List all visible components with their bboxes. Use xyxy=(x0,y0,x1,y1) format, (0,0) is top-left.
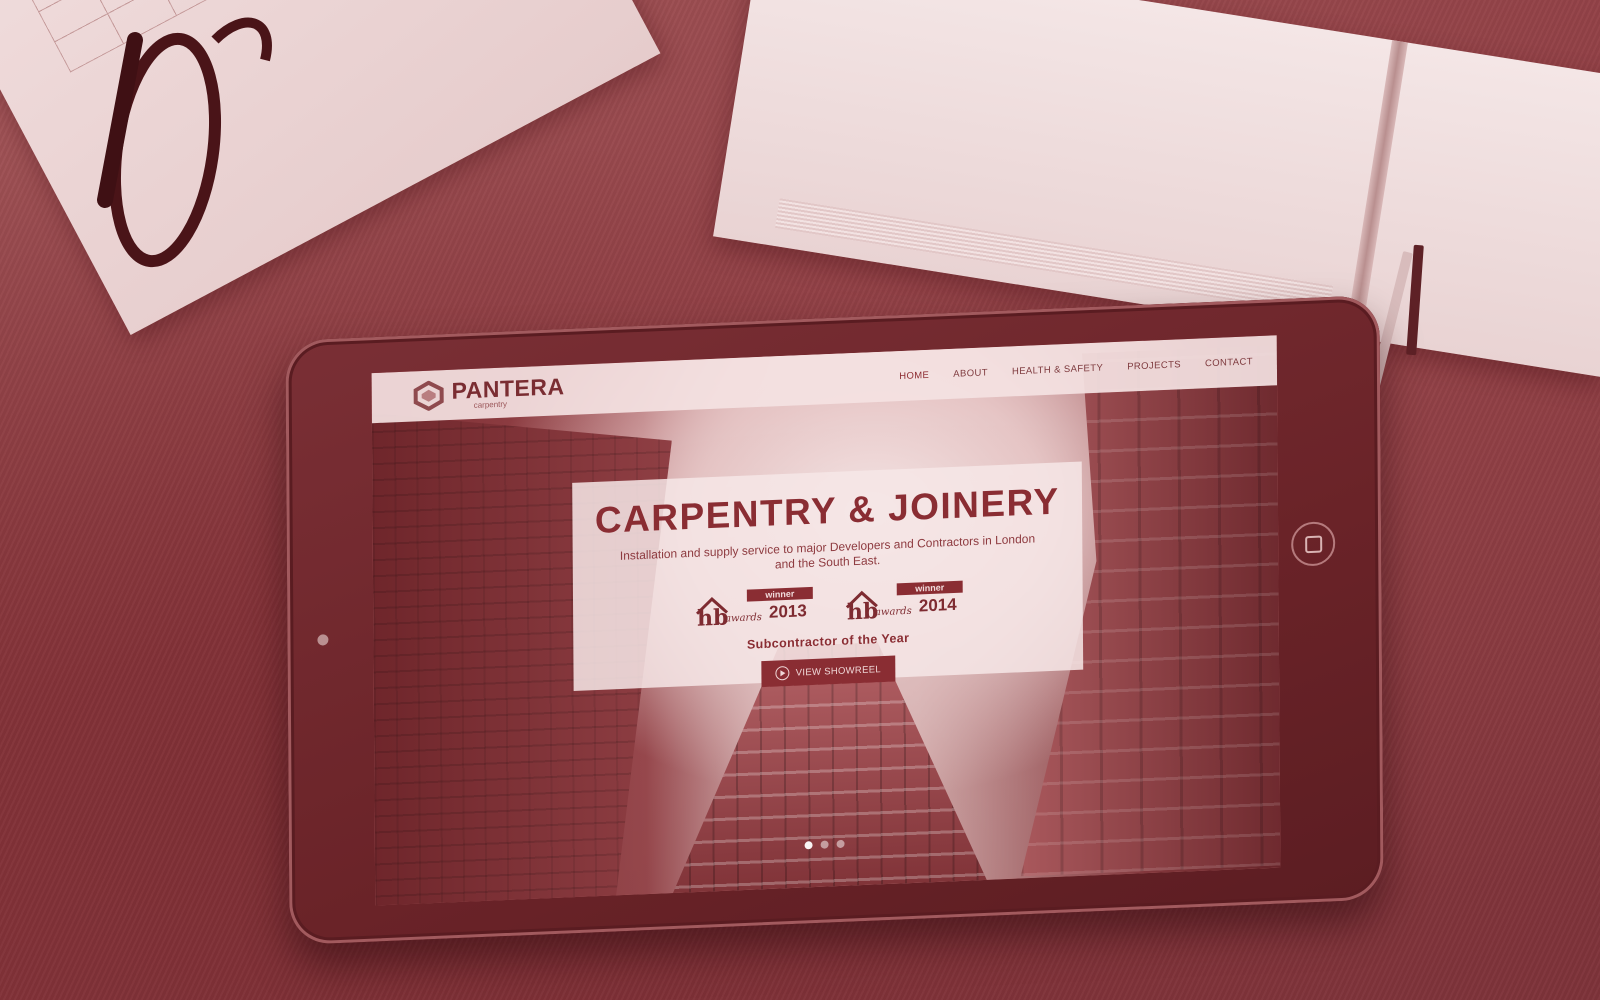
award-word: awards xyxy=(725,612,762,625)
award-badge-2013: hb awards winner 2013 xyxy=(691,586,815,632)
award-word: awards xyxy=(874,605,912,619)
hero-panel: CARPENTRY & JOINERY Installation and sup… xyxy=(572,461,1084,691)
award-badge-2014: hb awards winner 2014 xyxy=(841,580,965,626)
home-button-icon[interactable] xyxy=(1291,520,1336,567)
tablet-screen: PANTERA carpentry HOME ABOUT HEALTH & SA… xyxy=(371,335,1281,906)
slider-dot-2[interactable] xyxy=(820,840,829,849)
award-brand: hb xyxy=(696,604,729,632)
tablet-device: PANTERA carpentry HOME ABOUT HEALTH & SA… xyxy=(285,294,1384,946)
play-icon xyxy=(775,665,790,681)
nav-contact[interactable]: CONTACT xyxy=(1205,356,1253,369)
main-nav: HOME ABOUT HEALTH & SAFETY PROJECTS CONT… xyxy=(899,356,1253,382)
award-brand: hb xyxy=(846,598,879,626)
slider-dot-3[interactable] xyxy=(836,839,845,849)
award-winner-label: winner xyxy=(746,586,813,602)
nav-home[interactable]: HOME xyxy=(899,369,929,381)
camera-icon xyxy=(317,634,329,646)
slider-dots xyxy=(804,839,845,850)
slider-dot-1[interactable] xyxy=(804,841,813,850)
award-winner-label: winner xyxy=(896,580,963,596)
logo-subtitle: carpentry xyxy=(473,399,508,410)
nav-about[interactable]: ABOUT xyxy=(953,367,988,379)
award-year: 2014 xyxy=(918,594,957,616)
award-year: 2013 xyxy=(768,601,807,622)
nav-health-safety[interactable]: HEALTH & SAFETY xyxy=(1012,362,1103,377)
eyeglasses-icon xyxy=(97,17,272,268)
pantera-logo-icon xyxy=(413,380,444,412)
view-showreel-label: VIEW SHOWREEL xyxy=(795,663,881,679)
nav-projects[interactable]: PROJECTS xyxy=(1127,359,1181,372)
site-logo[interactable]: PANTERA carpentry xyxy=(412,373,565,412)
